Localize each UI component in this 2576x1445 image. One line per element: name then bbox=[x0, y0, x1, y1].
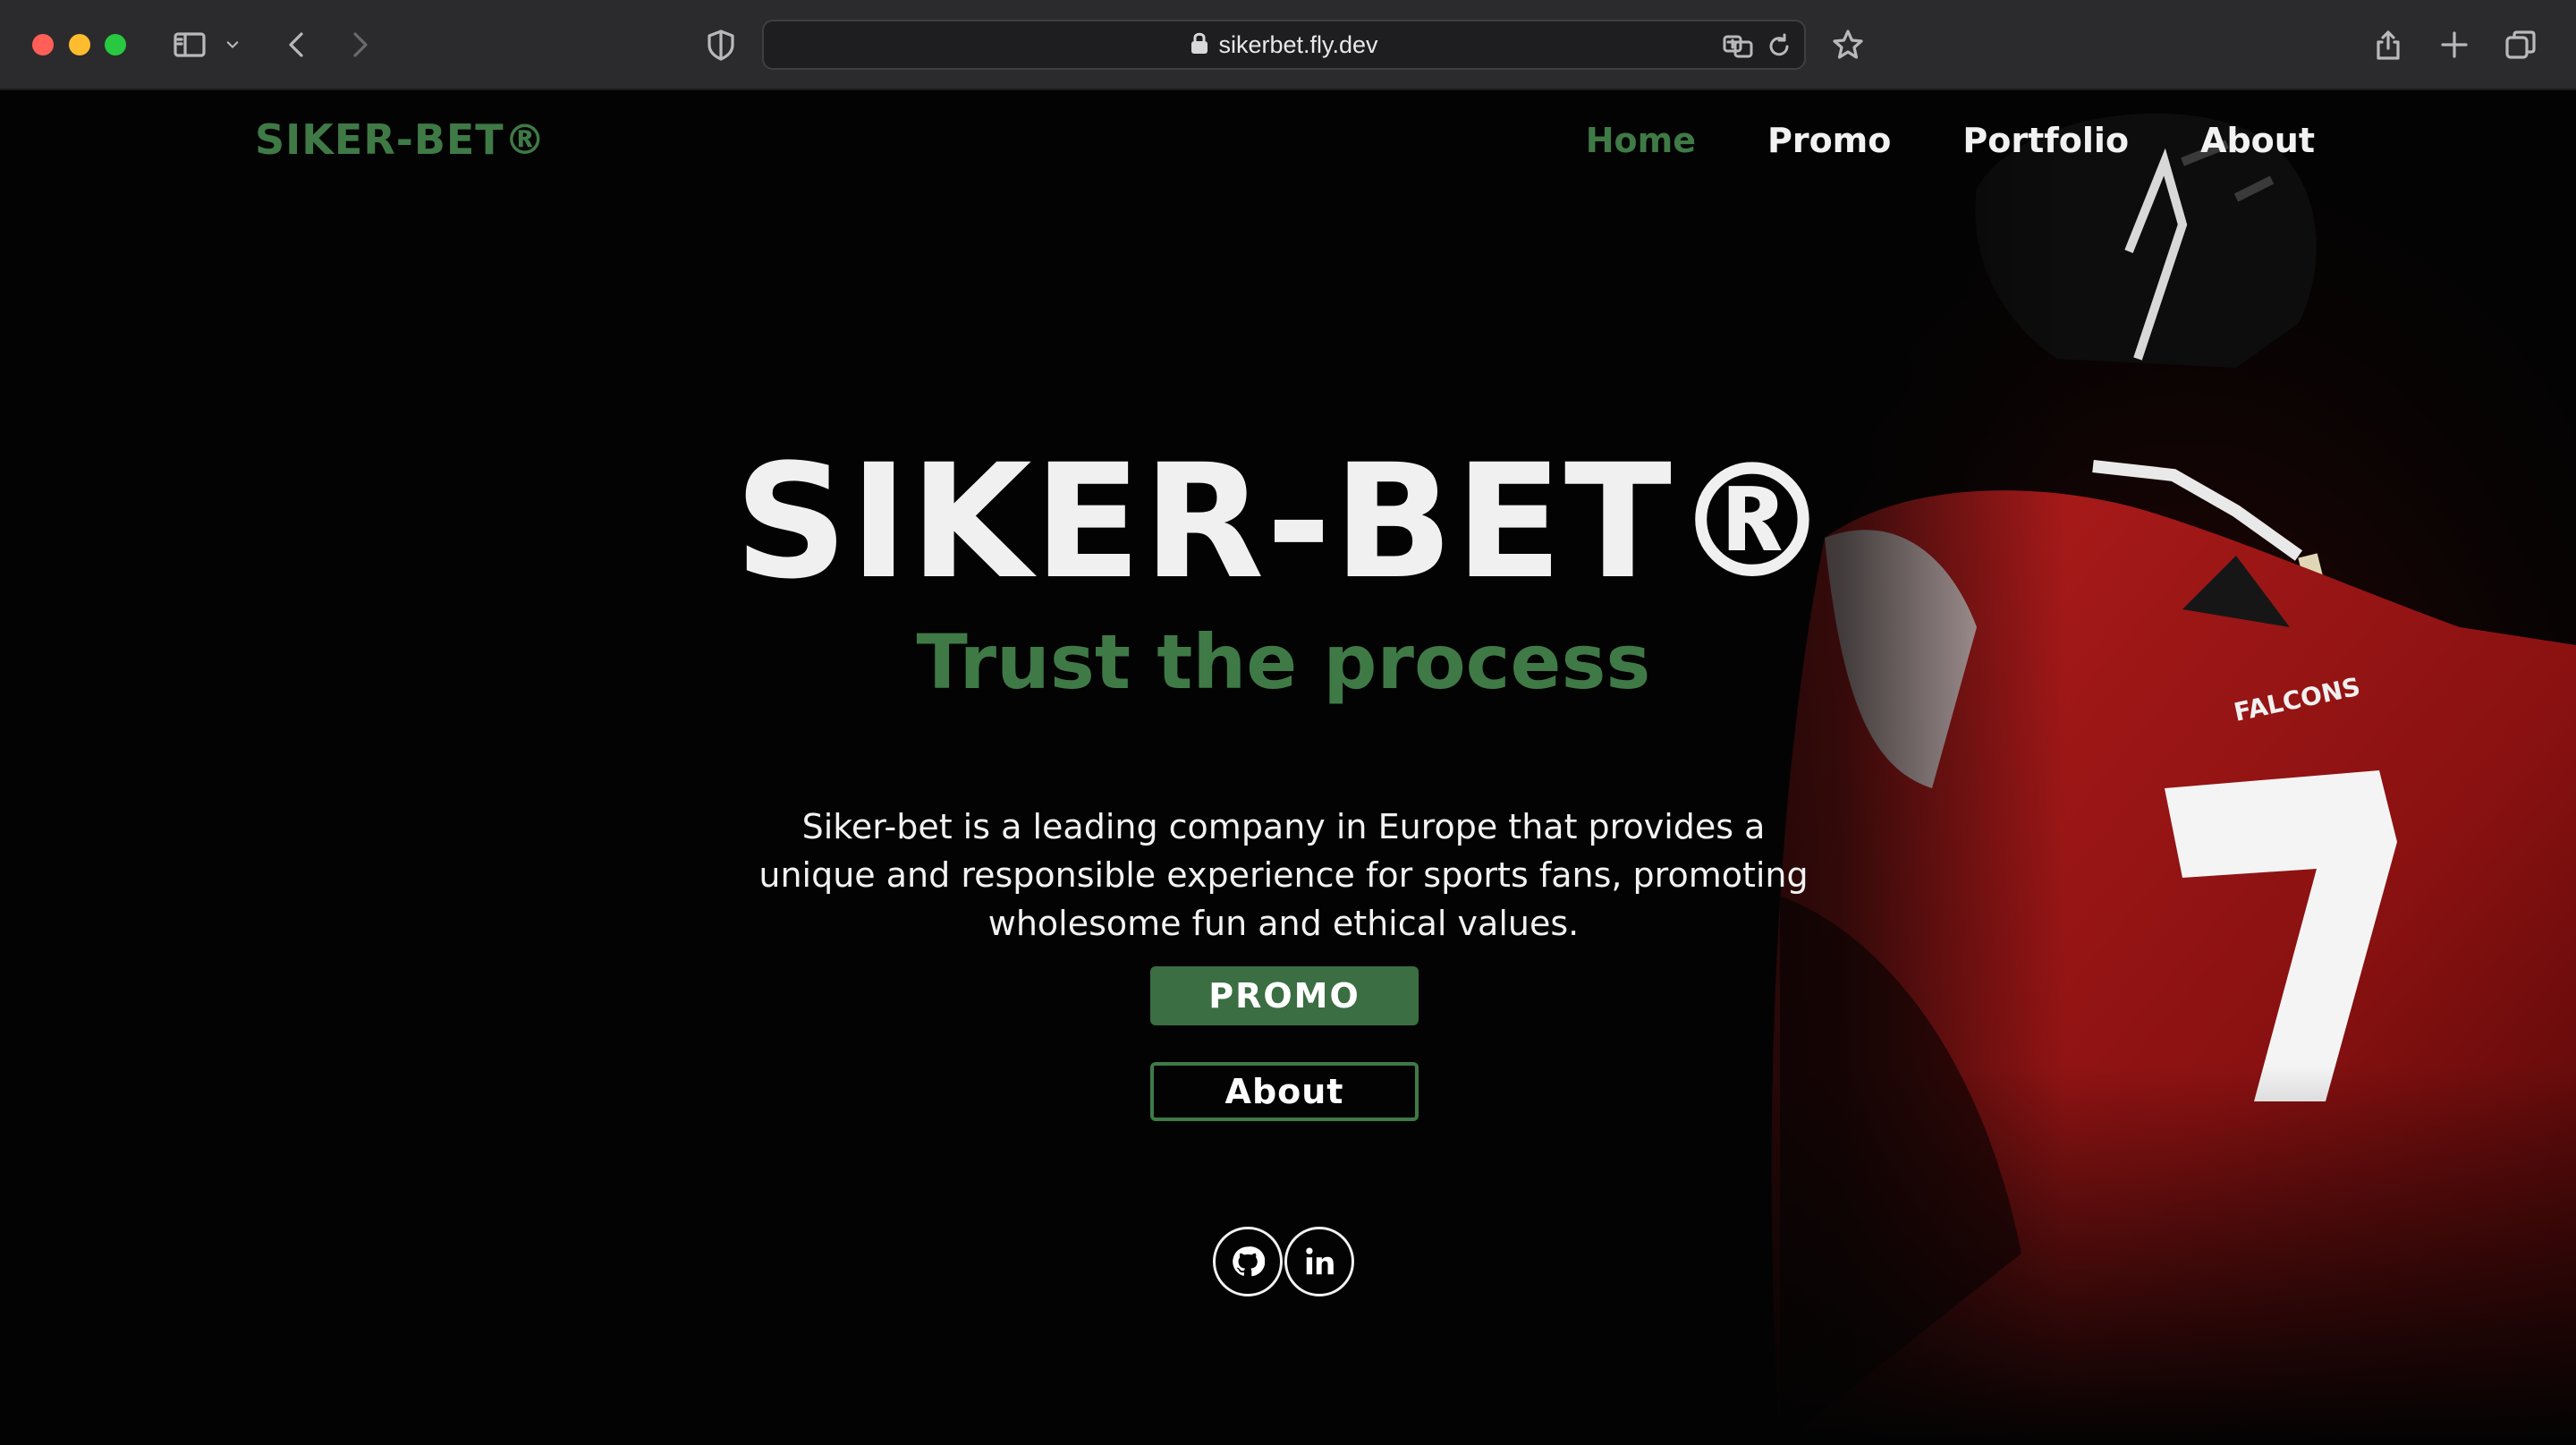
chevron-down-icon[interactable] bbox=[215, 23, 250, 66]
nav-link-promo[interactable]: Promo bbox=[1767, 121, 1891, 160]
forward-icon[interactable] bbox=[338, 23, 381, 66]
nav-link-portfolio[interactable]: Portfolio bbox=[1962, 121, 2129, 160]
url-text: sikerbet.fly.dev bbox=[1218, 30, 1378, 58]
main-nav: Home Promo Portfolio About bbox=[1586, 121, 2315, 160]
nav-link-home[interactable]: Home bbox=[1586, 121, 1696, 160]
close-window-button[interactable] bbox=[32, 34, 54, 55]
reload-icon[interactable] bbox=[1759, 27, 1799, 66]
browser-toolbar: sikerbet.fly.dev bbox=[0, 0, 2576, 90]
github-link[interactable] bbox=[1213, 1227, 1283, 1296]
tabs-overview-icon[interactable] bbox=[2499, 23, 2542, 66]
minimize-window-button[interactable] bbox=[69, 34, 90, 55]
share-icon[interactable] bbox=[2367, 23, 2410, 66]
back-icon[interactable] bbox=[275, 23, 318, 66]
bookmark-star-icon[interactable] bbox=[1826, 23, 1869, 66]
linkedin-icon bbox=[1306, 1247, 1334, 1275]
address-bar[interactable]: sikerbet.fly.dev bbox=[762, 20, 1806, 70]
hero-subtitle: Trust the process bbox=[916, 618, 1651, 706]
zoom-window-button[interactable] bbox=[105, 34, 126, 55]
translate-icon[interactable] bbox=[1718, 27, 1758, 66]
linkedin-link[interactable] bbox=[1284, 1227, 1354, 1296]
github-icon bbox=[1233, 1246, 1265, 1277]
new-tab-icon[interactable] bbox=[2433, 23, 2476, 66]
hero-player-image: FALCONS bbox=[1556, 90, 2576, 1445]
nav-link-about[interactable]: About bbox=[2200, 121, 2315, 160]
shield-icon[interactable] bbox=[699, 23, 742, 66]
sidebar-icon[interactable] bbox=[168, 23, 211, 66]
webpage: FALCONS SIKER-BET® Home Promo Portfolio … bbox=[0, 90, 2576, 1445]
nav-logo[interactable]: SIKER-BET® bbox=[255, 115, 547, 164]
about-button[interactable]: About bbox=[1150, 1062, 1419, 1121]
hero-description: Siker-bet is a leading company in Europe… bbox=[758, 807, 1809, 943]
promo-button[interactable]: PROMO bbox=[1150, 966, 1419, 1025]
hero-title: SIKER-BET® bbox=[734, 430, 1833, 614]
lock-icon bbox=[1190, 31, 1209, 58]
